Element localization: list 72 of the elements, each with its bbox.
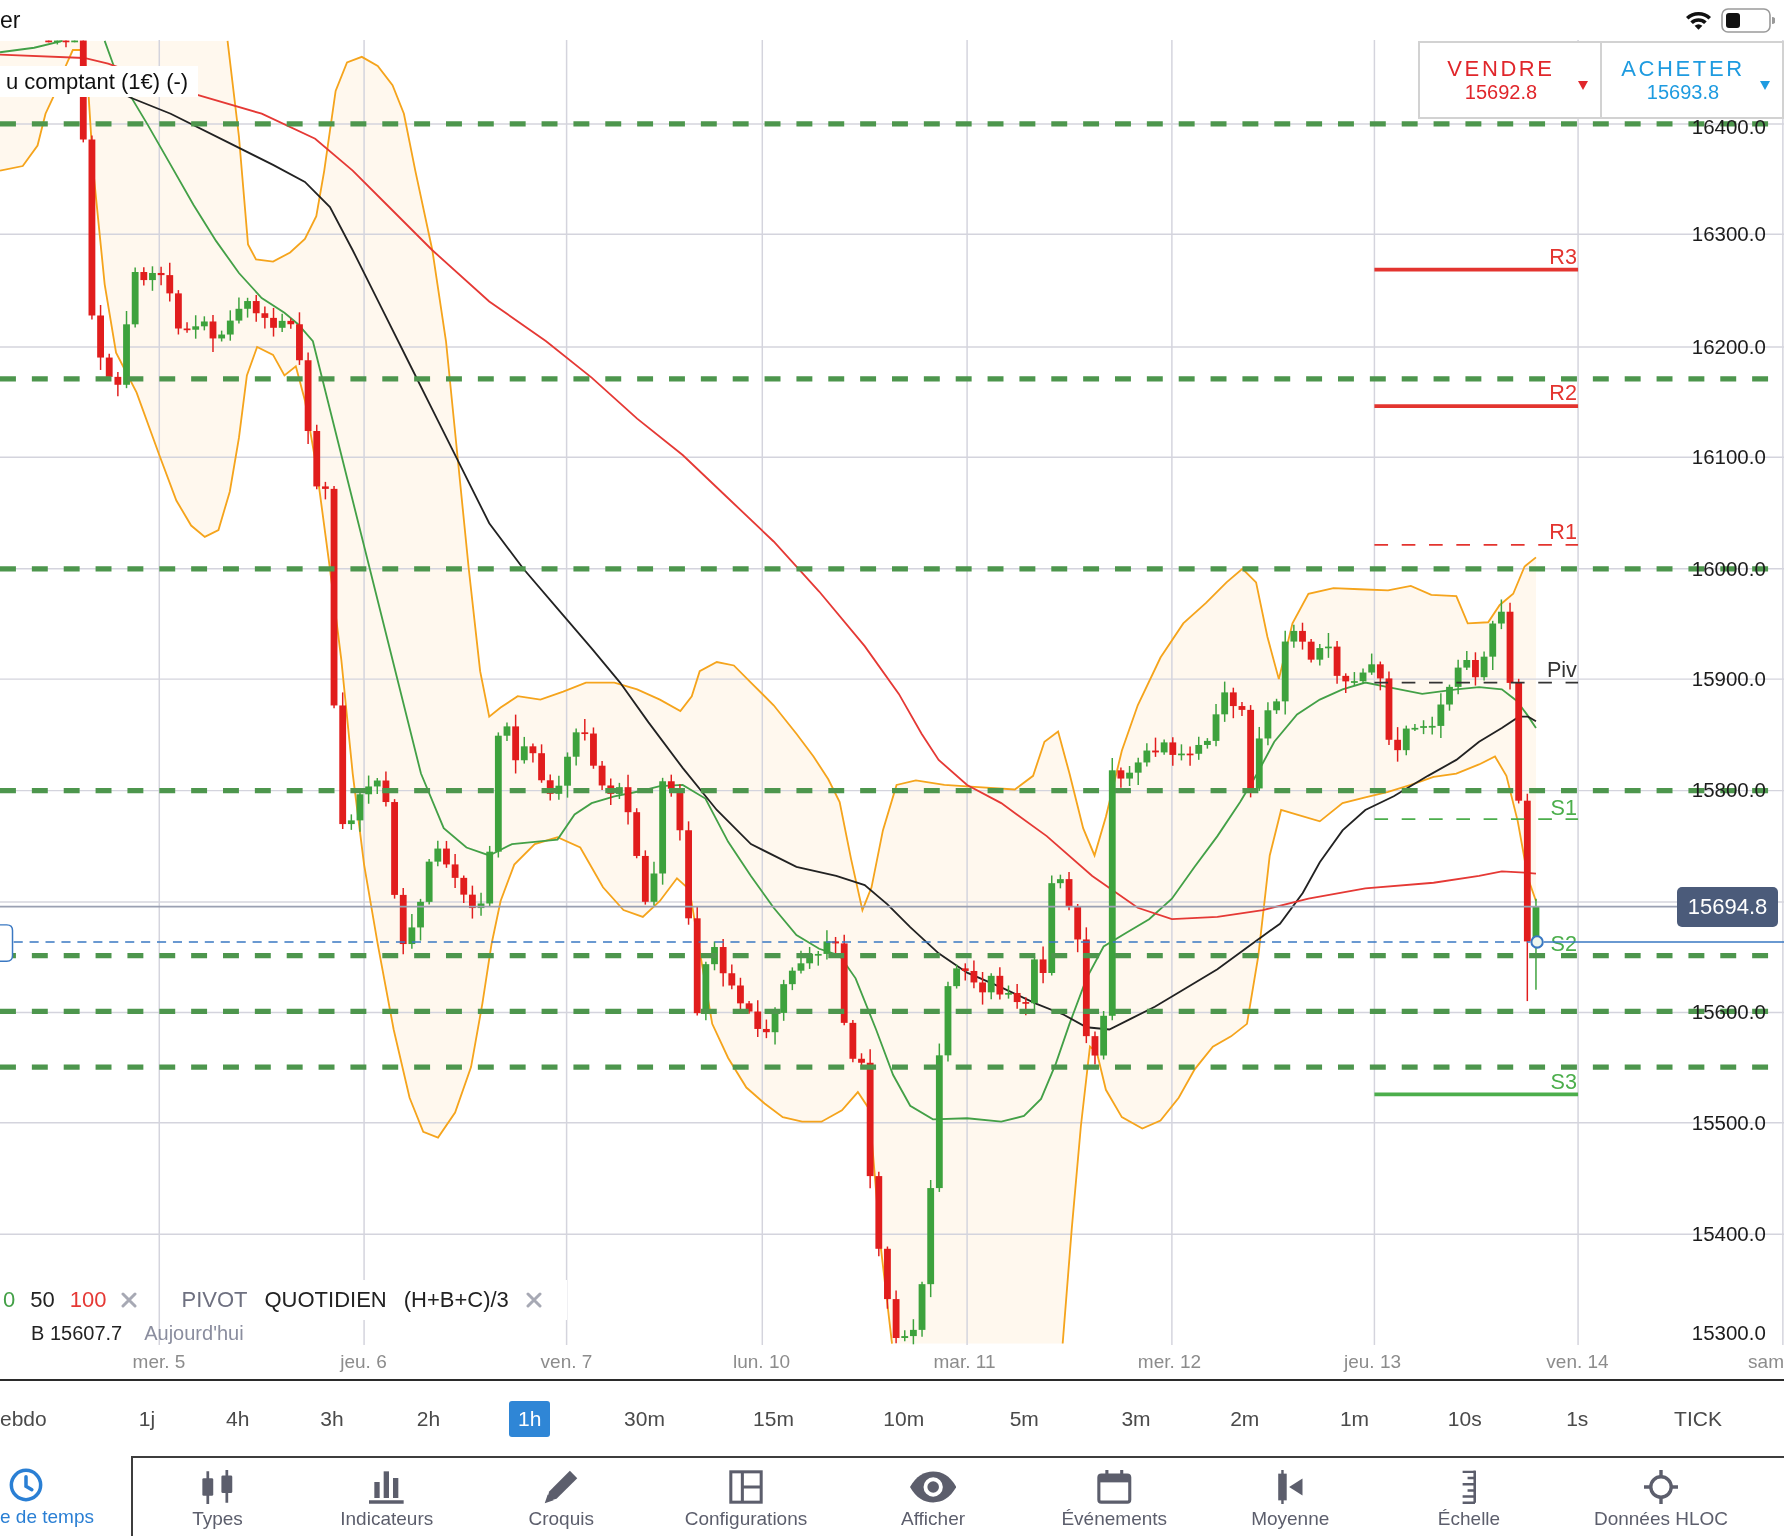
time-axis-label: jeu. 6: [340, 1351, 387, 1373]
chart-title: u comptant (1€) (-): [0, 66, 199, 97]
carrier-name: er: [0, 6, 21, 34]
legend-label: QUOTIDIEN: [264, 1287, 387, 1313]
timeframe-tab[interactable]: 15m: [744, 1400, 803, 1437]
timeframe-tab[interactable]: 3h: [311, 1400, 353, 1437]
timeframe-tab[interactable]: 1h: [509, 1400, 551, 1437]
toolbar-button[interactable]: e de temps: [0, 1456, 133, 1536]
timeframe-tab[interactable]: 1m: [1330, 1400, 1379, 1437]
legend-label: PIVOT: [181, 1287, 248, 1313]
close-icon[interactable]: [525, 1292, 542, 1308]
price-axis-label: 15500.0: [1691, 1110, 1766, 1134]
timeframe-tab[interactable]: 4h: [217, 1400, 259, 1437]
eye-icon: [909, 1470, 957, 1504]
calendar-icon: [1096, 1470, 1132, 1504]
timeframe-tab[interactable]: TICK: [1665, 1400, 1731, 1437]
timeframe-tab[interactable]: 3m: [1112, 1400, 1160, 1437]
pivot-label: S3: [1550, 1068, 1577, 1094]
price-axis-label: 16300.0: [1691, 222, 1766, 246]
caret-icon: [1578, 81, 1588, 90]
time-axis-label: lun. 10: [732, 1351, 790, 1373]
legend-info: Aujourd'hui: [144, 1322, 244, 1344]
timeframe-tab[interactable]: 10s: [1438, 1400, 1491, 1437]
timeframe-tab[interactable]: ebdo: [0, 1400, 56, 1437]
legend-label: 100: [69, 1287, 107, 1313]
time-axis-label: sam: [1748, 1351, 1784, 1373]
time-axis-label: jeu. 13: [1343, 1351, 1401, 1373]
timeframe-tab[interactable]: 30m: [615, 1400, 674, 1437]
price-axis-label: 15600.0: [1691, 1000, 1766, 1024]
price-axis-label: 16200.0: [1691, 334, 1766, 358]
caret-icon: [1760, 81, 1770, 90]
pivot-label: R3: [1549, 243, 1577, 269]
time-axis-label: ven. 14: [1546, 1351, 1609, 1373]
time-axis-label: mar. 11: [933, 1351, 996, 1373]
timeframe-tab[interactable]: 2h: [407, 1400, 450, 1437]
price-axis-label: 16400.0: [1691, 115, 1766, 139]
price-axis-label: 15400.0: [1691, 1222, 1766, 1246]
crosshair-handle[interactable]: [0, 924, 14, 962]
legend-label: (H+B+C)/3: [403, 1287, 509, 1313]
legend-info: B 15607.7: [31, 1322, 123, 1344]
price-axis-label: 16100.0: [1691, 445, 1766, 469]
legend-label: 50: [30, 1287, 55, 1313]
battery-icon: [1721, 7, 1775, 33]
price-axis-label: 15800.0: [1691, 778, 1766, 802]
layout-icon: [729, 1470, 763, 1504]
time-axis-label: ven. 7: [540, 1351, 593, 1373]
bar-chart-icon: [369, 1470, 405, 1504]
pivot-label: R2: [1549, 380, 1577, 406]
pencil-icon: [544, 1470, 579, 1504]
timeframe-tab[interactable]: 2m: [1221, 1400, 1269, 1437]
price-axis-label: 16000.0: [1691, 556, 1766, 580]
legend-label: 0: [3, 1287, 16, 1313]
price-axis-label: 15300.0: [1691, 1321, 1766, 1345]
timeframe-tab[interactable]: 1s: [1557, 1400, 1598, 1437]
ruler-icon: [1461, 1470, 1477, 1504]
price-axis-label: 15900.0: [1691, 666, 1766, 690]
time-axis-label: mer. 12: [1137, 1351, 1202, 1373]
pivot-label: R1: [1549, 519, 1577, 545]
close-icon[interactable]: [121, 1292, 138, 1308]
timeframe-tab[interactable]: 5m: [1000, 1400, 1048, 1437]
pivot-label: Piv: [1546, 656, 1577, 682]
clock-icon: [9, 1468, 43, 1502]
pivot-label: S1: [1550, 794, 1577, 820]
circle-marker-icon: [1530, 935, 1544, 949]
current-price-tag: 15694.8: [1677, 887, 1778, 927]
timeframe-tab[interactable]: 1j: [129, 1400, 165, 1437]
timeframe-tab[interactable]: 10m: [874, 1400, 934, 1437]
time-axis-label: mer. 5: [132, 1351, 186, 1373]
bar-arrow-icon: [1276, 1470, 1304, 1504]
candlestick-icon: [201, 1470, 234, 1504]
wifi-icon: [1685, 10, 1712, 30]
crosshair-icon: [1644, 1470, 1678, 1504]
